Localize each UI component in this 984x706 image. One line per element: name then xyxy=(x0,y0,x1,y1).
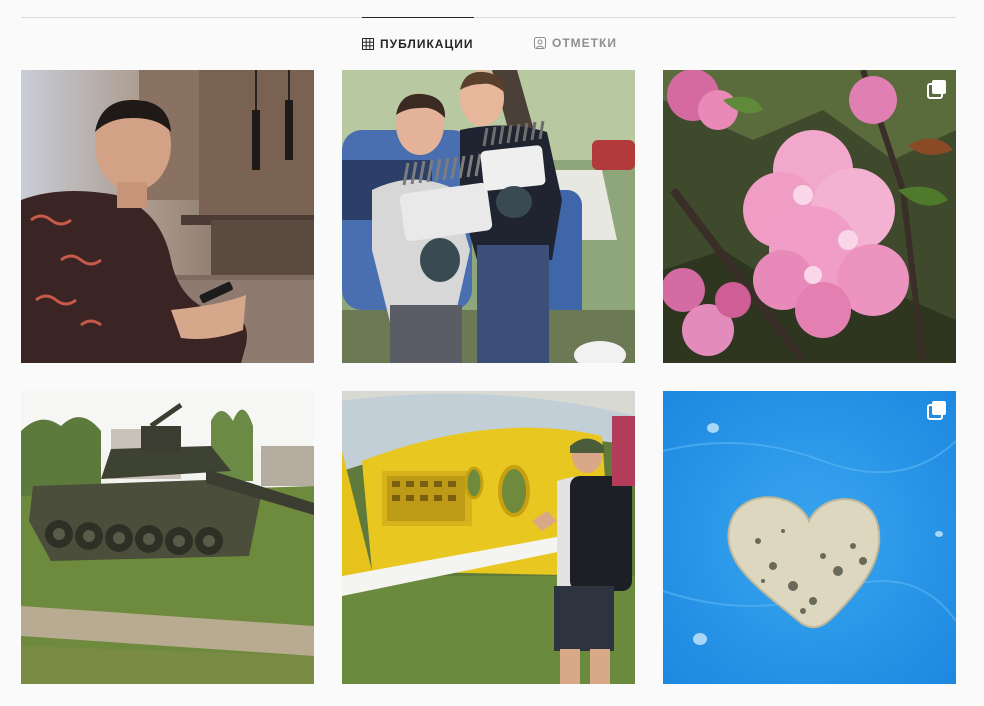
grid-icon xyxy=(362,37,374,50)
post-photo-man-at-table xyxy=(21,70,314,363)
post-tile[interactable] xyxy=(21,70,314,363)
post-tile[interactable] xyxy=(21,391,314,684)
profile-tabs: ПУБЛИКАЦИИ ОТМЕТКИ xyxy=(0,17,984,69)
post-photo-yellow-canopy xyxy=(342,391,635,684)
posts-grid xyxy=(21,70,956,684)
post-tile[interactable] xyxy=(342,70,635,363)
multiple-photos-icon xyxy=(926,399,948,421)
post-photo-heart-potato xyxy=(663,391,956,684)
tab-publications-label: ПУБЛИКАЦИИ xyxy=(380,36,474,51)
post-tile[interactable] xyxy=(342,391,635,684)
tab-tagged-label: ОТМЕТКИ xyxy=(552,36,617,50)
post-photo-tank-monument xyxy=(21,391,314,684)
tab-tagged[interactable]: ОТМЕТКИ xyxy=(534,17,617,69)
tab-publications[interactable]: ПУБЛИКАЦИИ xyxy=(362,17,474,69)
multiple-photos-icon xyxy=(926,78,948,100)
post-tile[interactable] xyxy=(663,391,956,684)
post-tile[interactable] xyxy=(663,70,956,363)
tagged-user-icon xyxy=(534,37,546,49)
post-photo-two-men-brushes xyxy=(342,70,635,363)
post-photo-pink-blossoms xyxy=(663,70,956,363)
